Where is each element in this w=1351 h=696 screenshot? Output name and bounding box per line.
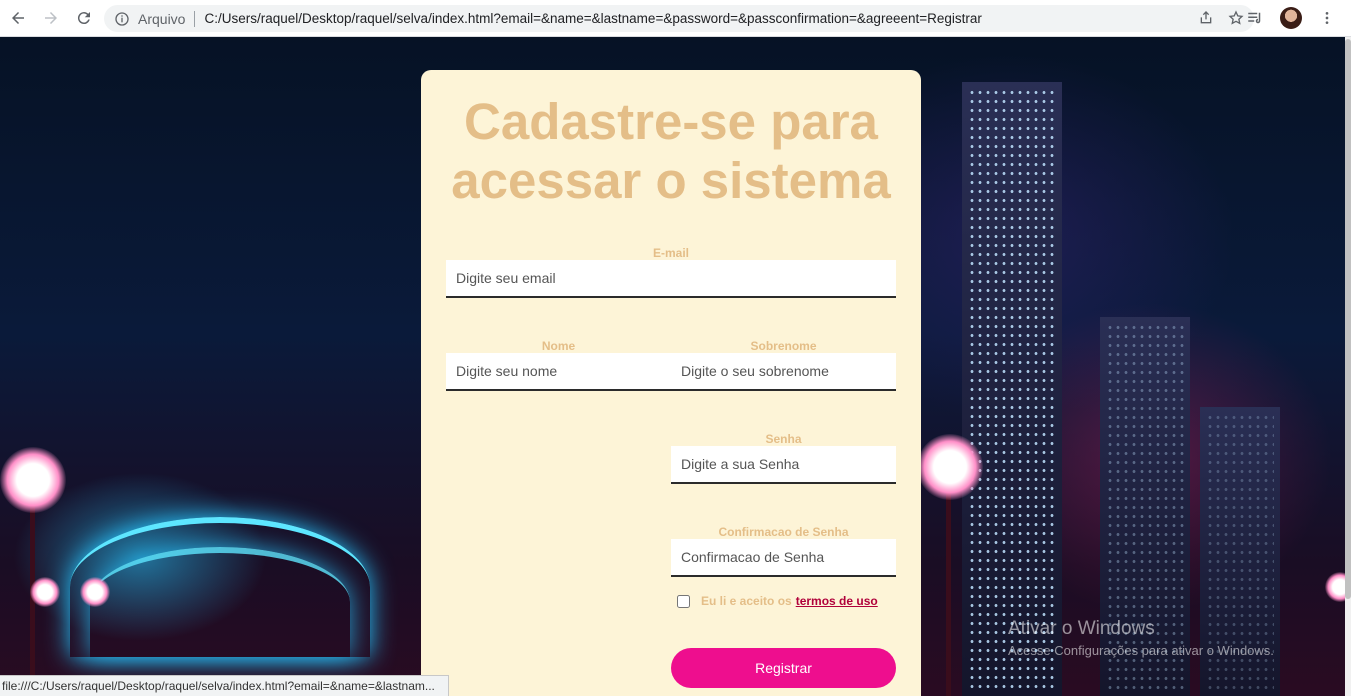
avatar xyxy=(1280,7,1302,29)
password-field[interactable] xyxy=(671,446,896,484)
scrollbar-thumb[interactable] xyxy=(1345,39,1351,599)
address-bar[interactable]: Arquivo C:/Users/raquel/Desktop/raquel/s… xyxy=(104,5,1254,32)
lastname-label: Sobrenome xyxy=(750,339,817,353)
name-label: Nome xyxy=(541,339,576,353)
info-icon[interactable] xyxy=(114,11,130,27)
profile-button[interactable] xyxy=(1279,6,1303,30)
url-text[interactable]: C:/Users/raquel/Desktop/raquel/selva/ind… xyxy=(204,11,981,26)
playlist-icon xyxy=(1248,12,1261,24)
share-icon[interactable] xyxy=(1198,10,1214,26)
email-field[interactable] xyxy=(446,260,896,298)
stadium-lights xyxy=(90,547,350,657)
password-confirmation-label: Confirmacao de Senha xyxy=(718,525,849,539)
register-button[interactable]: Registrar xyxy=(671,648,896,688)
status-bar: file:///C:/Users/raquel/Desktop/raquel/s… xyxy=(0,675,449,696)
skyscraper xyxy=(962,82,1062,696)
agree-checkbox[interactable] xyxy=(677,594,690,608)
reload-icon xyxy=(77,12,90,25)
page-background: Cadastre-se para acessar o sistema E-mai… xyxy=(0,37,1345,696)
street-lamp xyxy=(1325,572,1345,602)
password-confirmation-field[interactable] xyxy=(671,539,896,577)
watermark-subtitle: Acesse Configurações para ativar o Windo… xyxy=(1008,643,1274,658)
lamp-post xyxy=(946,487,951,696)
omnibox-divider xyxy=(194,10,196,27)
windows-activation-watermark: Ativar o Windows Acesse Configurações pa… xyxy=(1008,618,1274,658)
name-field[interactable] xyxy=(446,353,671,391)
browser-toolbar: Arquivo C:/Users/raquel/Desktop/raquel/s… xyxy=(0,0,1351,37)
street-lamp xyxy=(917,434,983,500)
street-lamp xyxy=(0,447,66,513)
more-vertical-icon xyxy=(1325,12,1329,24)
page-title: Cadastre-se para acessar o sistema xyxy=(451,93,891,209)
menu-button[interactable] xyxy=(1315,6,1339,30)
reload-button[interactable] xyxy=(69,3,99,33)
email-label: E-mail xyxy=(652,246,689,260)
street-lamp xyxy=(80,577,110,607)
signup-form: Cadastre-se para acessar o sistema E-mai… xyxy=(421,70,921,696)
vertical-scrollbar[interactable] xyxy=(1345,37,1351,696)
media-control-button[interactable] xyxy=(1243,6,1267,30)
scheme-label: Arquivo xyxy=(138,10,186,27)
forward-button[interactable] xyxy=(36,3,66,33)
terms-link[interactable]: termos de uso xyxy=(796,594,878,608)
arrow-right-icon xyxy=(45,12,57,24)
agree-text: Eu li e aceito os xyxy=(701,594,792,608)
star-icon[interactable] xyxy=(1228,10,1244,26)
watermark-title: Ativar o Windows xyxy=(1008,618,1155,639)
street-lamp xyxy=(30,577,60,607)
password-label: Senha xyxy=(765,432,802,446)
lastname-field[interactable] xyxy=(671,353,896,391)
terms-row: Eu li e aceito os termos de uso xyxy=(677,594,878,608)
arrow-left-icon xyxy=(12,12,24,24)
back-button[interactable] xyxy=(3,3,33,33)
